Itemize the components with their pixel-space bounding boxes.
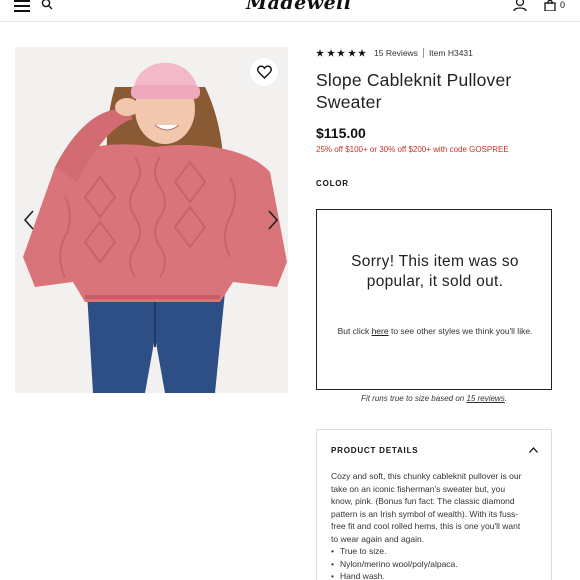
product-title: Slope Cableknit Pullover Sweater — [316, 70, 512, 112]
fit-reviews-link[interactable]: 15 reviews — [466, 394, 504, 403]
fit-note-end: . — [504, 394, 507, 403]
sold-out-subtext-start: But click — [337, 326, 372, 336]
site-header: Madewell 0 — [0, 0, 580, 22]
star-rating[interactable] — [316, 49, 366, 57]
sold-out-message: Sorry! This item was so popular, it sold… — [351, 253, 519, 290]
star-icon — [337, 49, 345, 57]
promo-text: 25% off $100+ or 30% off $200+ with code… — [316, 145, 509, 154]
sold-out-subtext-end: to see other styles we think you'll like… — [388, 326, 533, 336]
item-number: Item H3431 — [428, 48, 473, 58]
heart-icon — [256, 65, 272, 79]
search-icon[interactable] — [41, 0, 53, 12]
fit-note-text: Fit runs true to size based on — [361, 394, 467, 403]
star-icon — [326, 49, 335, 57]
account-icon[interactable] — [513, 0, 527, 11]
chevron-right-icon[interactable] — [266, 210, 280, 230]
product-description: Cozy and soft, this chunky cableknit pul… — [331, 471, 522, 544]
wishlist-button[interactable] — [250, 58, 278, 86]
other-styles-link[interactable]: here — [372, 326, 389, 336]
rating-row: 15 Reviews Item H3431 — [316, 47, 473, 59]
fit-note: Fit runs true to size based on 15 review… — [316, 394, 552, 403]
star-icon — [316, 49, 324, 57]
reviews-link[interactable]: 15 Reviews — [374, 48, 418, 58]
site-logo[interactable]: Madewell — [246, 0, 352, 14]
bag-count: 0 — [560, 0, 566, 10]
list-item: Nylon/merino wool/poly/alpaca. — [331, 558, 527, 571]
product-price: $115.00 — [316, 125, 366, 141]
chevron-left-icon[interactable] — [22, 210, 36, 230]
chevron-up-icon[interactable] — [529, 447, 538, 453]
star-icon — [347, 49, 356, 57]
product-details-header[interactable]: PRODUCT DETAILS — [331, 446, 418, 455]
hamburger-icon[interactable] — [14, 0, 30, 12]
product-detail-bullets: True to size. Nylon/merino wool/poly/alp… — [331, 545, 527, 580]
shopping-bag-icon[interactable] — [544, 0, 556, 11]
divider — [422, 48, 424, 58]
sold-out-subtext: But click here to see other styles we th… — [337, 325, 533, 338]
color-label: COLOR — [316, 179, 349, 188]
star-icon — [358, 49, 366, 57]
product-image[interactable] — [15, 47, 288, 393]
list-item: True to size. — [331, 545, 527, 558]
product-details-panel: PRODUCT DETAILS Cozy and soft, this chun… — [316, 429, 552, 580]
sold-out-notice: Sorry! This item was so popular, it sold… — [316, 209, 552, 390]
list-item: Hand wash. — [331, 570, 527, 580]
